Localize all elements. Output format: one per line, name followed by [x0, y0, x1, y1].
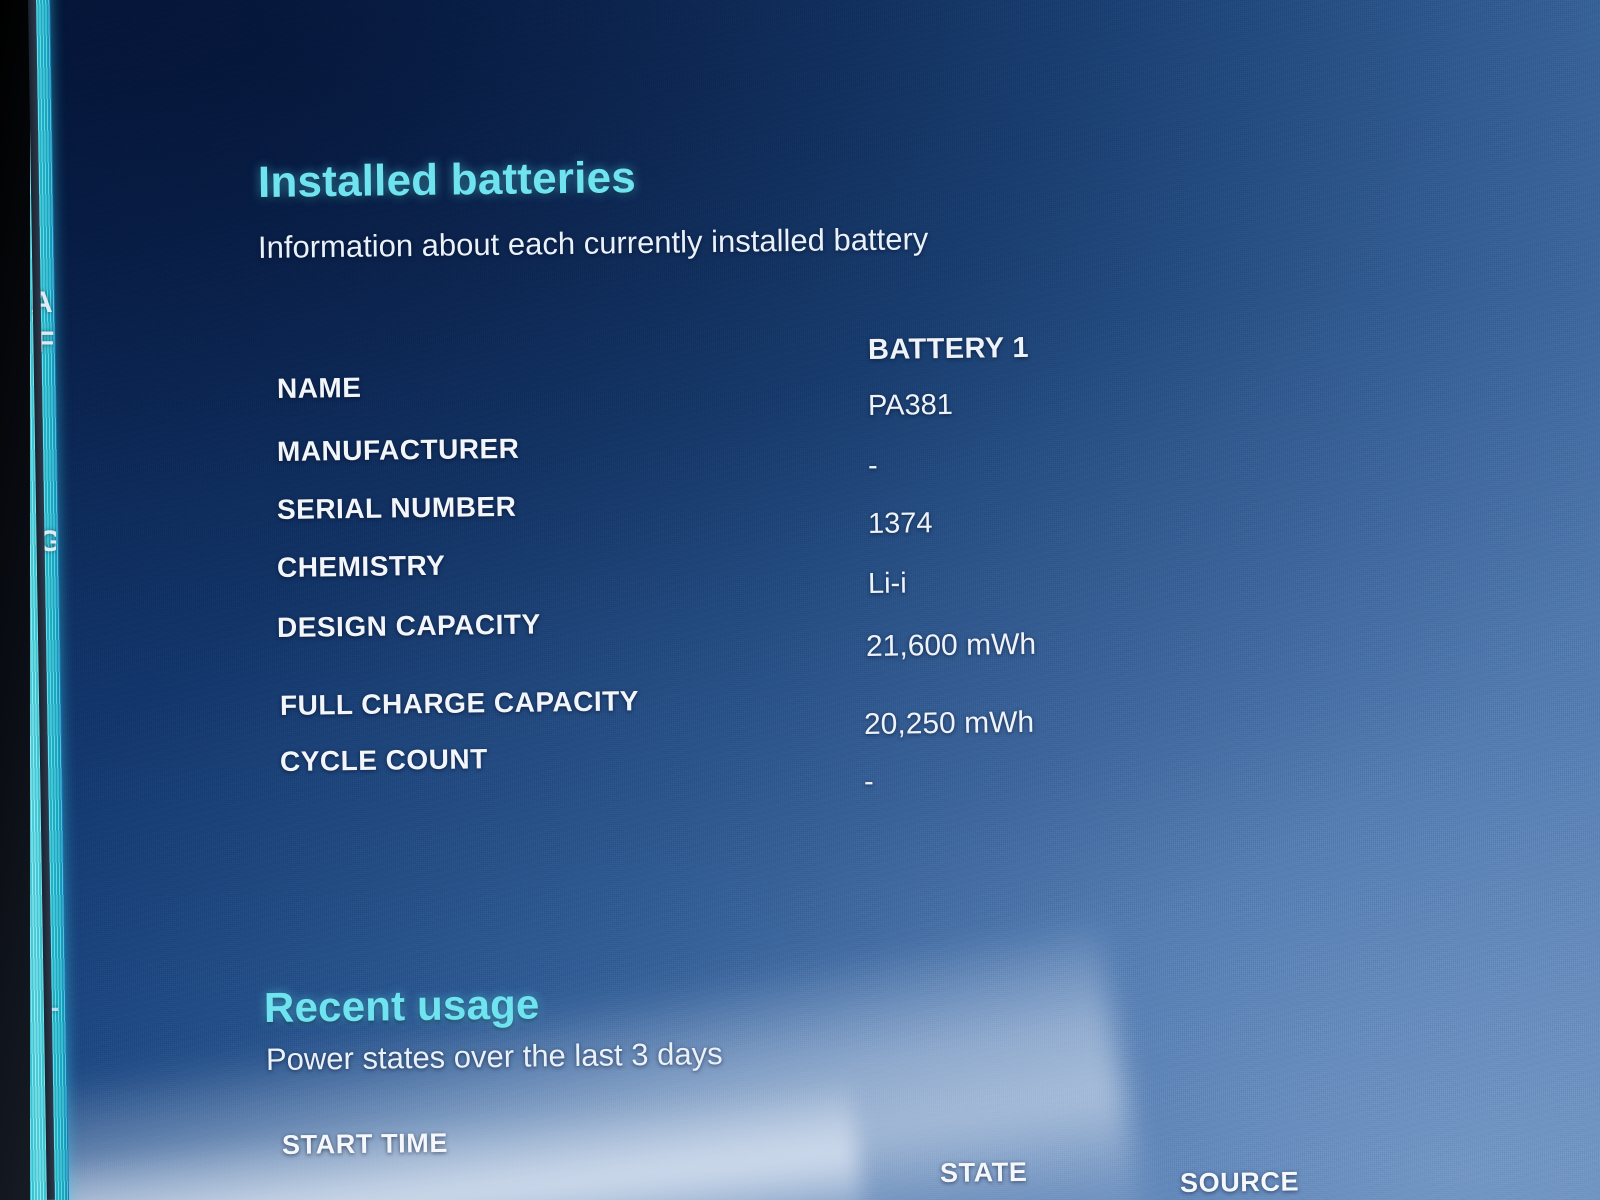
- row-label-manufacturer: MANUFACTURER: [276, 432, 520, 467]
- row-value-manufacturer: -: [867, 449, 878, 482]
- usage-column-start-time: START TIME: [281, 1127, 449, 1160]
- row-label-full-charge-capacity: FULL CHARGE CAPACITY: [279, 685, 640, 721]
- row-value-design-capacity: 21,600 mWh: [865, 627, 1037, 663]
- screen-photo: Installed batteries Information about ea…: [0, 0, 1600, 1200]
- recent-usage-title: Recent usage: [263, 980, 540, 1031]
- row-value-cycle-count: -: [863, 765, 874, 798]
- row-label-chemistry: CHEMISTRY: [276, 549, 446, 583]
- row-value-chemistry: Li-i: [867, 567, 907, 600]
- usage-column-state: STATE: [939, 1156, 1028, 1188]
- battery-column-header: BATTERY 1: [867, 331, 1030, 366]
- usage-column-source: SOURCE: [1179, 1166, 1300, 1198]
- row-label-serial-number: SERIAL NUMBER: [276, 490, 517, 525]
- page-subtitle: Information about each currently install…: [257, 221, 929, 265]
- recent-usage-subtitle: Power states over the last 3 days: [265, 1036, 723, 1077]
- row-label-name: NAME: [276, 371, 362, 404]
- page-title: Installed batteries: [257, 153, 637, 207]
- laptop-bezel: [0, 0, 30, 1200]
- row-label-design-capacity: DESIGN CAPACITY: [276, 608, 541, 643]
- row-value-serial-number: 1374: [867, 507, 933, 540]
- row-value-name: PA381: [867, 388, 954, 422]
- row-label-cycle-count: CYCLE COUNT: [279, 743, 488, 777]
- battery-report-page: Installed batteries Information about ea…: [0, 0, 1600, 1200]
- row-value-full-charge-capacity: 20,250 mWh: [863, 705, 1035, 741]
